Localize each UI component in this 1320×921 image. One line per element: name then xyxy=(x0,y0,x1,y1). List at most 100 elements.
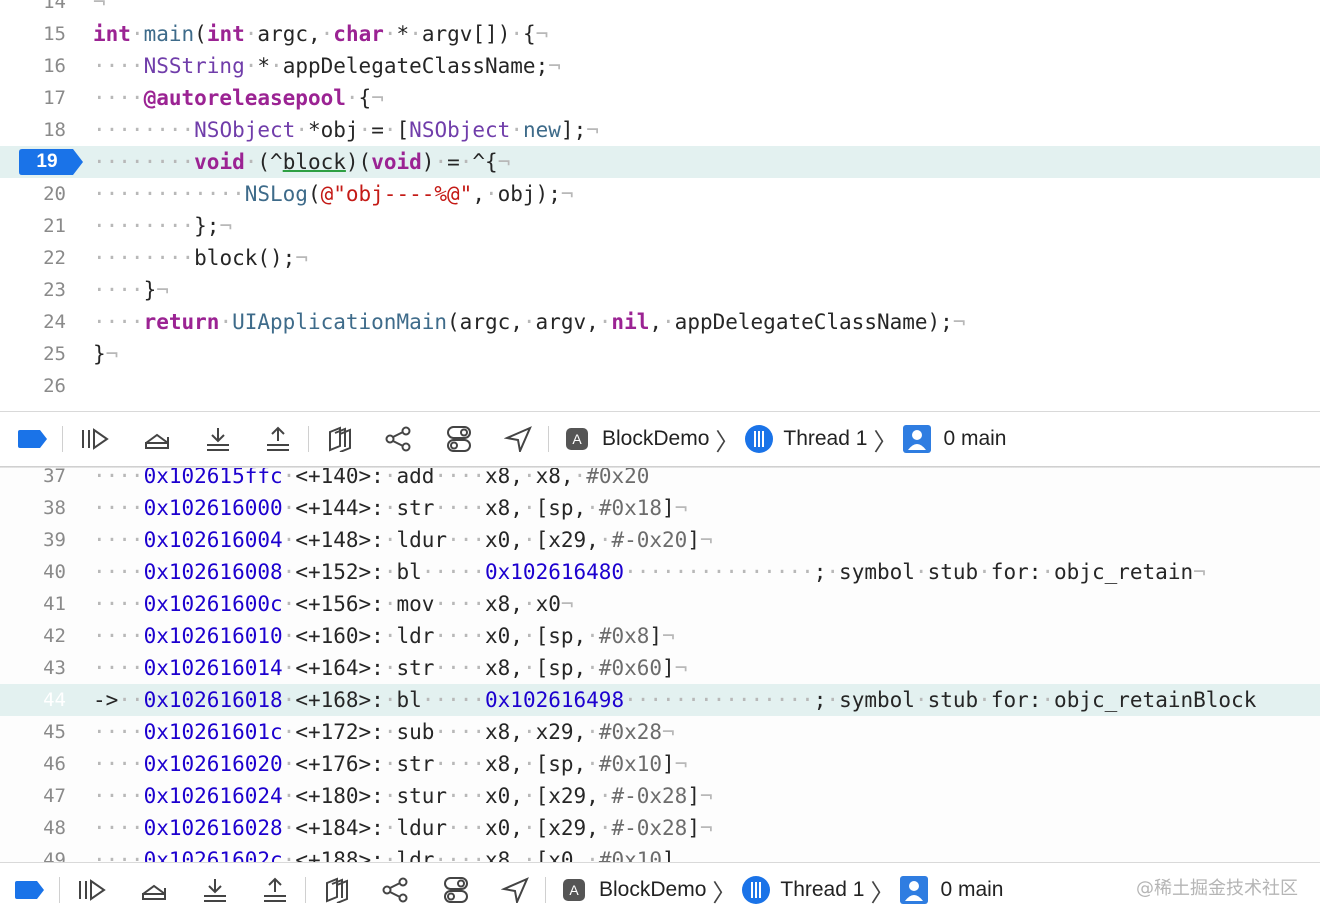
code-line[interactable]: 26 xyxy=(0,370,1320,402)
line-number[interactable]: 49 xyxy=(0,844,66,862)
code-token: ] xyxy=(687,784,700,808)
code-line[interactable]: 19 ········void·(^block)(void)·=·^{¬ xyxy=(0,146,1320,178)
environment-overrides-icon[interactable] xyxy=(441,876,471,904)
continue-icon[interactable] xyxy=(80,425,110,453)
line-number[interactable]: 46 xyxy=(0,748,66,780)
watermark: @稀土掘金技术社区 xyxy=(1136,878,1298,899)
breadcrumb-frame[interactable]: 0 main xyxy=(943,427,1006,451)
line-number[interactable]: 45 xyxy=(0,716,66,748)
line-number[interactable]: 17 xyxy=(0,82,66,114)
code-token: ] xyxy=(687,816,700,840)
chevron-right-icon: 〉 xyxy=(715,428,740,456)
code-line[interactable]: 38 ····0x102616000·<+144>:·str····x8,·[sp… xyxy=(0,492,1320,524)
line-number[interactable]: 24 xyxy=(0,306,66,338)
code-token: void xyxy=(194,150,245,174)
line-number[interactable]: 25 xyxy=(0,338,66,370)
code-token: ] xyxy=(662,496,675,520)
breakpoints-toggle-icon[interactable] xyxy=(15,876,45,904)
debug-toolbar-bottom: A BlockDemo 〉 Thread 1 〉 0 main xyxy=(0,862,1320,921)
code-line[interactable]: 47 ····0x102616024·<+180>:·stur···x0,·[x2… xyxy=(0,780,1320,812)
code-line[interactable]: 44 ->··0x102616018·<+168>:·bl·····0x10261… xyxy=(0,684,1320,716)
source-editor[interactable]: 14 ¬ 15 int·main(int·argc,·char·*·argv[])·{… xyxy=(0,0,1320,410)
line-number[interactable]: 15 xyxy=(0,18,66,50)
whitespace-marker: · xyxy=(522,468,536,488)
code-line[interactable]: 20 ············NSLog(@"obj----%@",·obj);¬ xyxy=(0,178,1320,210)
line-number[interactable]: 23 xyxy=(0,274,66,306)
continue-icon[interactable] xyxy=(77,876,107,904)
step-out-icon[interactable] xyxy=(263,425,293,453)
code-line[interactable]: 14 ¬ xyxy=(0,0,1320,18)
code-text: ····}¬ xyxy=(93,274,169,306)
code-line[interactable]: 37 ····0x102615ffc·<+140>:·add····x8,·x8,… xyxy=(0,468,1320,492)
code-line[interactable]: 39 ····0x102616004·<+148>:·ldur···x0,·[x2… xyxy=(0,524,1320,556)
code-line[interactable]: 24 ····return·UIApplicationMain(argc,·arg… xyxy=(0,306,1320,338)
whitespace-marker: · xyxy=(598,784,612,808)
line-number[interactable]: 21 xyxy=(0,210,66,242)
code-line[interactable]: 22 ········block();¬ xyxy=(0,242,1320,274)
line-number[interactable]: 18 xyxy=(0,114,66,146)
simulate-location-icon[interactable] xyxy=(504,425,534,453)
code-line[interactable]: 23 ····}¬ xyxy=(0,274,1320,306)
line-number[interactable]: 38 xyxy=(0,492,66,524)
whitespace-marker: · xyxy=(598,310,612,334)
line-number[interactable]: 44 xyxy=(0,684,66,716)
step-into-icon[interactable] xyxy=(200,876,230,904)
code-line[interactable]: 16 ····NSString·*·appDelegateClassName;¬ xyxy=(0,50,1320,82)
code-line[interactable]: 17 ····@autoreleasepool·{¬ xyxy=(0,82,1320,114)
breadcrumb-thread[interactable]: Thread 1 xyxy=(783,427,867,451)
step-over-icon[interactable] xyxy=(142,425,172,453)
breadcrumb-app[interactable]: BlockDemo xyxy=(602,427,709,451)
line-number[interactable]: 16 xyxy=(0,50,66,82)
line-number[interactable]: 47 xyxy=(0,780,66,812)
simulate-location-icon[interactable] xyxy=(501,876,531,904)
code-line[interactable]: 49 ····0x10261602c·<+188>:·ldr····x8,·[x0… xyxy=(0,844,1320,862)
code-line[interactable]: 46 ····0x102616020·<+176>:·str····x8,·[sp… xyxy=(0,748,1320,780)
disassembly-view[interactable]: 37 ····0x102615ffc·<+140>:·add····x8,·x8,… xyxy=(0,468,1320,862)
code-token: objc_retainBlock xyxy=(1054,688,1257,712)
breadcrumb-frame[interactable]: 0 main xyxy=(940,878,1003,902)
line-number[interactable]: 48 xyxy=(0,812,66,844)
code-line[interactable]: 42 ····0x102616010·<+160>:·ldr····x0,·[sp… xyxy=(0,620,1320,652)
line-number[interactable]: 37 xyxy=(0,468,66,492)
breadcrumb-thread[interactable]: Thread 1 xyxy=(780,878,864,902)
line-number[interactable]: 26 xyxy=(0,370,66,402)
whitespace-marker: · xyxy=(219,310,233,334)
code-line[interactable]: 21 ········};¬ xyxy=(0,210,1320,242)
line-number[interactable]: 39 xyxy=(0,524,66,556)
line-number[interactable]: 43 xyxy=(0,652,66,684)
whitespace-marker: · xyxy=(282,816,296,840)
line-number[interactable]: 22 xyxy=(0,242,66,274)
line-number[interactable]: 20 xyxy=(0,178,66,210)
thread-icon xyxy=(745,425,774,453)
code-line[interactable]: 43 ····0x102616014·<+164>:·str····x8,·[sp… xyxy=(0,652,1320,684)
code-line[interactable]: 45 ····0x10261601c·<+172>:·sub····x8,·x29… xyxy=(0,716,1320,748)
toolbar-separator xyxy=(62,426,63,452)
breakpoint-marker[interactable]: 19 xyxy=(19,149,85,175)
line-number[interactable]: 42 xyxy=(0,620,66,652)
debug-view-hierarchy-icon[interactable] xyxy=(321,876,351,904)
code-line[interactable]: 48 ····0x102616028·<+184>:·ldur···x0,·[x2… xyxy=(0,812,1320,844)
step-out-icon[interactable] xyxy=(260,876,290,904)
whitespace-marker: · xyxy=(383,496,397,520)
breadcrumb-app[interactable]: BlockDemo xyxy=(599,878,706,902)
code-line[interactable]: 25}¬ xyxy=(0,338,1320,370)
whitespace-marker: · xyxy=(586,848,599,862)
line-number[interactable]: 41 xyxy=(0,588,66,620)
step-into-icon[interactable] xyxy=(203,425,233,453)
code-token: <+156>: xyxy=(295,592,384,616)
whitespace-marker: · xyxy=(586,656,599,680)
code-line[interactable]: 15 int·main(int·argc,·char·*·argv[])·{¬ xyxy=(0,18,1320,50)
code-token: x8, xyxy=(535,468,574,488)
step-over-icon[interactable] xyxy=(139,876,169,904)
line-number[interactable]: 40 xyxy=(0,556,66,588)
code-line[interactable]: 40 ····0x102616008·<+152>:·bl·····0x10261… xyxy=(0,556,1320,588)
debug-view-hierarchy-icon[interactable] xyxy=(324,425,354,453)
breakpoints-toggle-icon[interactable] xyxy=(18,425,48,453)
memory-graph-icon[interactable] xyxy=(381,876,411,904)
code-line[interactable]: 18 ········NSObject·*obj·=·[NSObject·new]… xyxy=(0,114,1320,146)
environment-overrides-icon[interactable] xyxy=(444,425,474,453)
memory-graph-icon[interactable] xyxy=(384,425,414,453)
whitespace-marker: · xyxy=(1041,560,1055,584)
line-number[interactable]: 14 xyxy=(0,0,66,18)
code-line[interactable]: 41 ····0x10261600c·<+156>:·mov····x8,·x0¬ xyxy=(0,588,1320,620)
